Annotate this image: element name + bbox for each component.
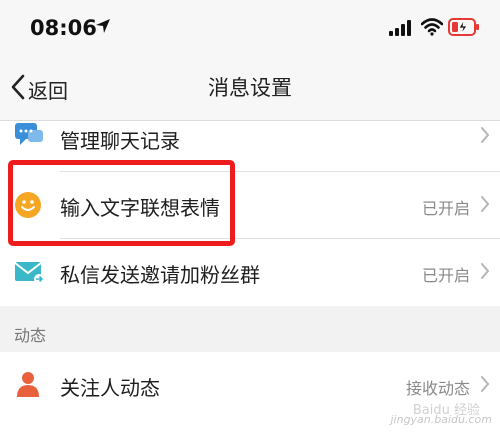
chevron-right-icon [480, 375, 490, 397]
status-bar: 08:06 [0, 0, 500, 56]
wifi-icon [420, 18, 444, 40]
smiley-face-icon [14, 191, 42, 223]
section-header-feed: 动态 [14, 326, 47, 345]
row-label: 关注人动态 [60, 376, 160, 400]
battery-charging-icon [448, 18, 480, 40]
row-input-text-emoji-suggestion[interactable]: 输入文字联想表情 已开启 [0, 172, 500, 238]
row-label: 管理聊天记录 [60, 129, 180, 153]
chevron-right-icon [480, 195, 490, 217]
status-time: 08:06 [30, 16, 97, 40]
row-label: 私信发送邀请加粉丝群 [60, 263, 260, 287]
chevron-right-icon [480, 262, 490, 284]
row-manage-chat-history[interactable]: 管理聊天记录 [0, 106, 500, 172]
cellular-signal-icon [389, 20, 413, 40]
row-value: 已开启 [421, 199, 470, 218]
chat-bubble-icon [14, 122, 44, 152]
watermark-url: jingyan.baidu.com [390, 413, 492, 426]
row-label: 输入文字联想表情 [60, 196, 220, 220]
row-value: 接收动态 [405, 379, 470, 398]
person-icon [14, 370, 42, 402]
mail-icon [14, 260, 44, 288]
row-value: 已开启 [421, 266, 470, 285]
settings-group-messages: 管理聊天记录 输入文字联想表情 已开启 私信发送邀请加粉丝群 已开启 [0, 121, 500, 306]
location-arrow-icon [95, 18, 111, 38]
page-title: 消息设置 [208, 76, 292, 100]
row-private-message-fan-group-invite[interactable]: 私信发送邀请加粉丝群 已开启 [0, 239, 500, 305]
chevron-right-icon [480, 126, 490, 148]
